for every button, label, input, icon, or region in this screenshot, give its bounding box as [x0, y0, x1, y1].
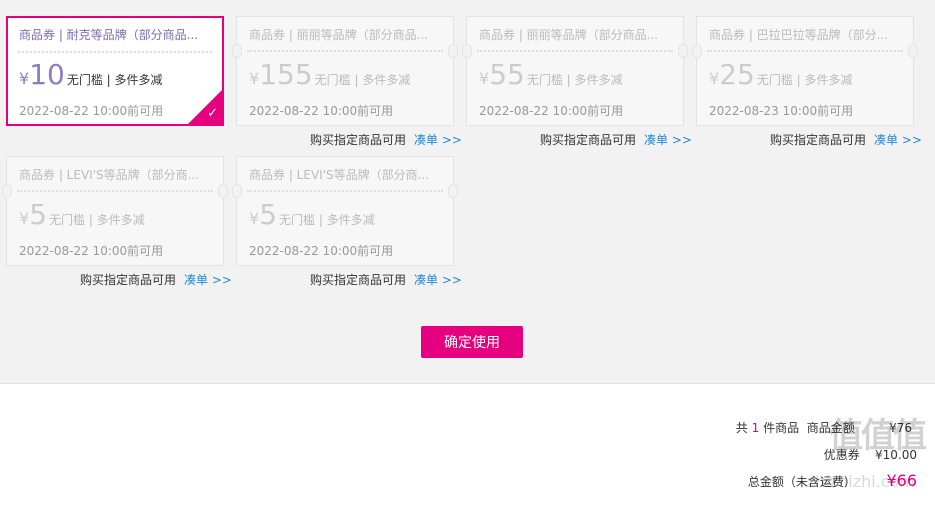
coupon-card[interactable]: 商品券 | 丽丽等品牌（部分商品... ¥155 无门槛 | 多件多减 2022-…: [232, 16, 458, 126]
coupon-notch: [448, 44, 458, 58]
coupon-note: 购买指定商品可用: [540, 133, 637, 147]
coupon-card[interactable]: 商品券 | 丽丽等品牌（部分商品... ¥55 无门槛 | 多件多减 2022-0…: [462, 16, 688, 126]
coupon-date: 2022-08-22 10:00前可用: [19, 244, 164, 258]
coupon-notch: [908, 44, 918, 58]
coupon-notch: [448, 184, 458, 198]
coupon-divider: [247, 190, 443, 192]
coupon-title: 商品券 | 巴拉巴拉等品牌（部分...: [709, 28, 889, 42]
coupon-title: 商品券 | 丽丽等品牌（部分商品...: [249, 28, 429, 42]
coupon-title: 商品券 | 耐克等品牌（部分商品...: [19, 28, 199, 42]
coupon-footer: 购买指定商品可用 凑单 >>: [310, 131, 462, 148]
add-items-link[interactable]: 凑单 >>: [414, 133, 462, 147]
add-items-link[interactable]: 凑单 >>: [414, 273, 462, 287]
coupon-note: 购买指定商品可用: [310, 273, 407, 287]
coupon-divider: [17, 190, 213, 192]
coupon-title: 商品券 | LEVI'S等品牌（部分商...: [249, 168, 430, 182]
coupon-notch: [218, 184, 228, 198]
confirm-use-button[interactable]: 确定使用: [421, 326, 523, 358]
check-icon: ✓: [207, 106, 218, 121]
coupon-amount: ¥5 无门槛 | 多件多减: [249, 198, 375, 231]
coupon-amount: ¥5 无门槛 | 多件多减: [19, 198, 145, 231]
add-items-link[interactable]: 凑单 >>: [184, 273, 232, 287]
coupon-date: 2022-08-22 10:00前可用: [249, 104, 394, 118]
total-row: 总金额（未含运费） ¥66: [747, 471, 917, 490]
coupon-title: 商品券 | 丽丽等品牌（部分商品...: [479, 28, 659, 42]
coupon-footer: 购买指定商品可用 凑单 >>: [540, 131, 692, 148]
coupon-card[interactable]: 商品券 | LEVI'S等品牌（部分商... ¥5 无门槛 | 多件多减 2022…: [2, 156, 228, 266]
coupon-note: 购买指定商品可用: [80, 273, 177, 287]
add-items-link[interactable]: 凑单 >>: [874, 133, 922, 147]
coupon-date: 2022-08-22 10:00前可用: [19, 104, 164, 118]
coupon-card[interactable]: 商品券 | 巴拉巴拉等品牌（部分... ¥25 无门槛 | 多件多减 2022-0…: [692, 16, 918, 126]
coupon-title: 商品券 | LEVI'S等品牌（部分商...: [19, 168, 200, 182]
coupon-footer: 购买指定商品可用 凑单 >>: [310, 271, 462, 288]
total-value: ¥66: [886, 471, 917, 490]
coupon-divider: [247, 50, 443, 52]
coupon-divider: [18, 51, 212, 53]
coupon-card-selected[interactable]: 商品券 | 耐克等品牌（部分商品... ¥10 无门槛 | 多件多减 2022-0…: [6, 16, 224, 126]
coupon-card[interactable]: 商品券 | LEVI'S等品牌（部分商... ¥5 无门槛 | 多件多减 2022…: [232, 156, 458, 266]
coupon-divider: [477, 50, 673, 52]
coupon-amount: ¥155 无门槛 | 多件多减: [249, 58, 411, 91]
add-items-link[interactable]: 凑单 >>: [644, 133, 692, 147]
coupon-notch: [232, 44, 242, 58]
coupon-notch: [462, 44, 472, 58]
coupon-amount: ¥10 无门槛 | 多件多减: [19, 58, 163, 91]
coupon-date: 2022-08-22 10:00前可用: [479, 104, 624, 118]
coupon-date: 2022-08-23 10:00前可用: [709, 104, 854, 118]
amount-value: ¥76: [889, 421, 912, 435]
divider: [0, 383, 935, 384]
item-count-row: 共 1 件商品 商品金额 ¥76: [735, 421, 912, 435]
coupon-footer: 购买指定商品可用 凑单 >>: [770, 131, 922, 148]
coupon-amount: ¥25 无门槛 | 多件多减: [709, 58, 853, 91]
coupon-notch: [2, 184, 12, 198]
coupon-notch: [678, 44, 688, 58]
coupon-date: 2022-08-22 10:00前可用: [249, 244, 394, 258]
coupon-note: 购买指定商品可用: [310, 133, 407, 147]
coupon-notch: [232, 184, 242, 198]
coupon-amount: ¥55 无门槛 | 多件多减: [479, 58, 623, 91]
coupon-footer: 购买指定商品可用 凑单 >>: [80, 271, 232, 288]
coupon-note: 购买指定商品可用: [770, 133, 867, 147]
discount-row: 优惠券 ¥10.00: [823, 448, 917, 462]
discount-value: ¥10.00: [875, 448, 917, 462]
coupon-divider: [707, 50, 903, 52]
coupon-notch: [692, 44, 702, 58]
